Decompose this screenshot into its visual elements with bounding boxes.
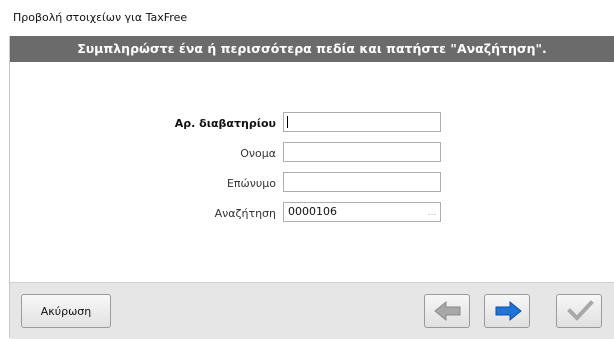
right-arrow-icon: [495, 300, 522, 322]
left-arrow-icon: [434, 300, 461, 322]
title-bar: Προβολή στοιχείων για TaxFree: [0, 0, 614, 36]
forward-button[interactable]: [484, 294, 530, 328]
first-name-input[interactable]: [283, 142, 441, 162]
last-name-label: Επώνυμο: [226, 177, 276, 190]
footer-bar: Ακύρωση: [10, 282, 614, 339]
window-title: Προβολή στοιχείων για TaxFree: [13, 11, 188, 24]
search-input[interactable]: 0000106 ...: [283, 202, 441, 222]
browse-button[interactable]: ...: [424, 203, 440, 221]
first-name-label: Ονομα: [240, 147, 276, 160]
confirm-button[interactable]: [556, 294, 602, 328]
dialog-window: Προβολή στοιχείων για TaxFree Συμπληρώστ…: [0, 0, 614, 339]
back-button[interactable]: [424, 294, 470, 328]
text-caret: [287, 116, 288, 128]
left-border: [0, 36, 10, 338]
search-value: 0000106: [288, 205, 337, 218]
cancel-button[interactable]: Ακύρωση: [21, 294, 111, 328]
passport-label: Αρ. διαβατηρίου: [174, 117, 276, 130]
checkmark-icon: [567, 300, 594, 321]
search-label: Αναζήτηση: [214, 207, 276, 220]
passport-input[interactable]: [283, 112, 441, 132]
last-name-input[interactable]: [283, 172, 441, 192]
instruction-header: Συμπληρώστε ένα ή περισσότερα πεδία και …: [10, 36, 614, 62]
